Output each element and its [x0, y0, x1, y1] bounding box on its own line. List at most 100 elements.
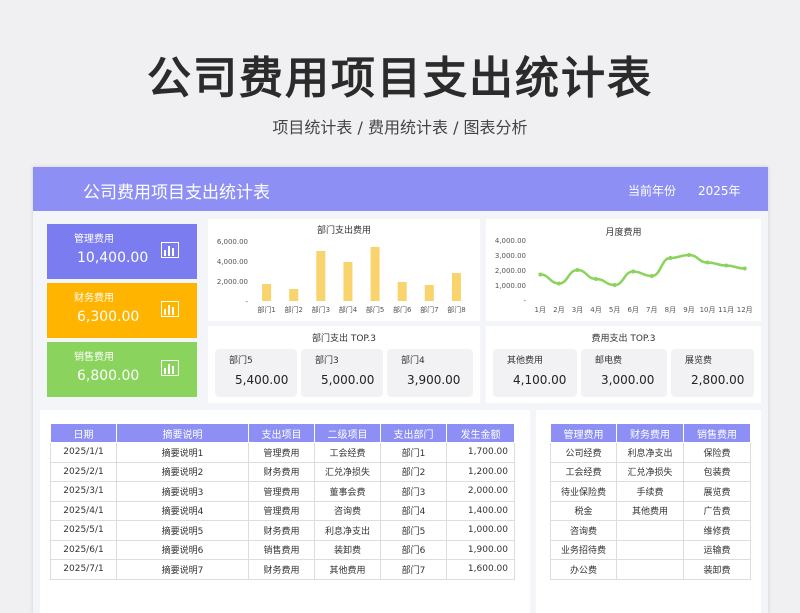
table-cell: 公司经费	[550, 442, 617, 463]
y-tick-label: 6,000.00	[217, 238, 248, 246]
bar	[451, 273, 461, 301]
table-cell: 装卸费	[683, 559, 751, 580]
table-cell: 咨询费	[314, 500, 381, 521]
table-cell: 1,900.00	[446, 539, 515, 560]
table-cell: 管理费用	[248, 500, 315, 521]
table-cell: 摘要说明7	[116, 559, 249, 580]
x-tick-label: 7月	[646, 306, 657, 314]
table-cell: 1,200.00	[446, 461, 515, 482]
table-cell: 2,000.00	[446, 481, 515, 502]
x-tick-label: 部门6	[393, 305, 412, 314]
page-title: 公司费用项目支出统计表	[147, 53, 653, 104]
table-cell: 1,000.00	[446, 520, 515, 541]
monthly-expense-line-chart: 4,000.00 3,000.00 2,000.00 1,000.00 - 1月 2月 3月 4…	[495, 237, 753, 314]
fee-top3-title: 费用支出 TOP.3	[591, 334, 656, 344]
table-cell: 其他费用	[616, 500, 684, 521]
table-cell: 利息净支出	[616, 442, 684, 463]
year-value: 2025年	[698, 184, 741, 198]
kpi-label: 销售费用	[74, 352, 114, 363]
table-cell: 2025/5/1	[50, 520, 117, 541]
dept-top3-label: 部门5	[229, 356, 253, 366]
bar	[289, 289, 299, 301]
table-cell: 2025/3/1	[50, 481, 117, 502]
kpi-value: 6,800.00	[77, 368, 140, 384]
kpi-label: 管理费用	[74, 234, 114, 245]
year-label: 当前年份	[628, 184, 677, 198]
fee-top3-value: 4,100.00	[513, 373, 567, 387]
x-tick-label: 部门4	[339, 305, 358, 314]
x-tick-label: 部门3	[312, 305, 330, 314]
data-point	[594, 277, 599, 281]
table-row: 2025/5/1 摘要说明5 财务费用 利息净支出 部门5 1,000.00	[50, 520, 515, 541]
column-header: 销售费用	[683, 423, 751, 443]
table-cell: 摘要说明5	[116, 520, 249, 541]
dept-top3-card: 部门3 5,000.00	[301, 349, 383, 397]
fee-top3-label: 展览费	[685, 356, 713, 366]
category-table: 管理费用 财务费用 销售费用 公司经费 利息净支出 保险费 工会经费 汇兑净损失 包装费 待业保…	[550, 423, 751, 580]
dept-top3-label: 部门4	[401, 356, 425, 366]
bar	[397, 282, 407, 301]
dept-top3-value: 5,000.00	[321, 373, 375, 387]
dept-top3-value: 3,900.00	[407, 373, 461, 387]
table-row: 咨询费 维修费	[550, 520, 751, 541]
fee-top3-card: 展览费 2,800.00	[671, 349, 754, 397]
table-cell: 部门2	[380, 461, 447, 482]
table-cell: 汇兑净损失	[616, 461, 684, 482]
fee-top3-card: 邮电费 3,000.00	[581, 349, 667, 397]
table-row: 公司经费 利息净支出 保险费	[550, 442, 751, 463]
table-cell: 管理费用	[248, 481, 315, 502]
y-tick-label: -	[245, 298, 248, 306]
dept-top3-card: 部门4 3,900.00	[387, 349, 473, 397]
dashboard-header: 公司费用项目支出统计表 当前年份 2025年	[33, 167, 768, 211]
x-tick-label: 部门1	[257, 305, 275, 314]
table-row: 税金 其他费用 广告费	[550, 500, 751, 521]
dept-top3-card: 部门5 5,400.00	[215, 349, 297, 397]
table-cell: 部门4	[380, 500, 447, 521]
column-header: 管理费用	[550, 423, 617, 443]
table-cell: 摘要说明3	[116, 481, 249, 502]
fee-top3-label: 邮电费	[595, 356, 623, 366]
y-tick-label: 4,000.00	[495, 237, 526, 245]
bar-chart-icon	[161, 301, 179, 317]
dashboard-sheet: 公司费用项目支出统计表 当前年份 2025年 管理费用 10,400.00 财务…	[33, 167, 768, 613]
bar	[370, 247, 380, 301]
data-point	[538, 272, 543, 277]
table-cell: 包装费	[683, 461, 751, 482]
fee-top3-panel: 费用支出 TOP.3 其他费用 4,100.00 邮电费 3,000.00 展览…	[486, 326, 761, 403]
data-point	[575, 268, 580, 272]
table-cell: 咨询费	[550, 520, 617, 541]
dept-top3-value: 5,400.00	[235, 373, 289, 387]
series-line	[540, 253, 745, 287]
table-cell: 办公费	[550, 559, 617, 580]
bar-chart-icon	[161, 242, 179, 258]
table-cell: 2025/6/1	[50, 539, 117, 560]
y-tick-label: 2,000.00	[495, 267, 526, 275]
table-cell: 摘要说明6	[116, 539, 249, 560]
table-cell: 手续费	[616, 481, 684, 502]
table-cell: 财务费用	[248, 520, 315, 541]
x-tick-label: 9月	[683, 306, 694, 314]
table-cell: 税金	[550, 500, 617, 521]
table-cell: 汇兑净损失	[314, 461, 381, 482]
column-header: 发生金额	[446, 423, 515, 443]
detail-table: 日期 摘要说明 支出项目 二级项目 支出部门 发生金额 2025/1/1 摘要说明1 管理费用…	[50, 423, 515, 580]
fee-top3-card: 其他费用 4,100.00	[493, 349, 577, 397]
table-row: 业务招待费 运输费	[550, 539, 751, 560]
x-tick-label: 1月	[535, 306, 546, 314]
x-tick-label: 12月	[737, 306, 753, 314]
table-cell: 维修费	[683, 520, 751, 541]
column-header: 支出项目	[248, 423, 315, 443]
kpi-value: 10,400.00	[77, 250, 149, 266]
bar	[316, 251, 326, 301]
table-cell: 待业保险费	[550, 481, 617, 502]
page-subtitle: 项目统计表 / 费用统计表 / 图表分析	[272, 118, 528, 137]
kpi-label: 财务费用	[74, 293, 114, 304]
x-tick-label: 部门7	[420, 305, 438, 314]
table-cell: 1,700.00	[446, 442, 515, 463]
dept-top3-title: 部门支出 TOP.3	[311, 334, 377, 344]
y-tick-label: 2,000.00	[217, 278, 248, 286]
dept-top3-label: 部门3	[315, 356, 339, 366]
y-tick-label: 3,000.00	[495, 252, 526, 260]
table-cell: 1,600.00	[446, 559, 515, 580]
table-cell	[616, 520, 684, 541]
